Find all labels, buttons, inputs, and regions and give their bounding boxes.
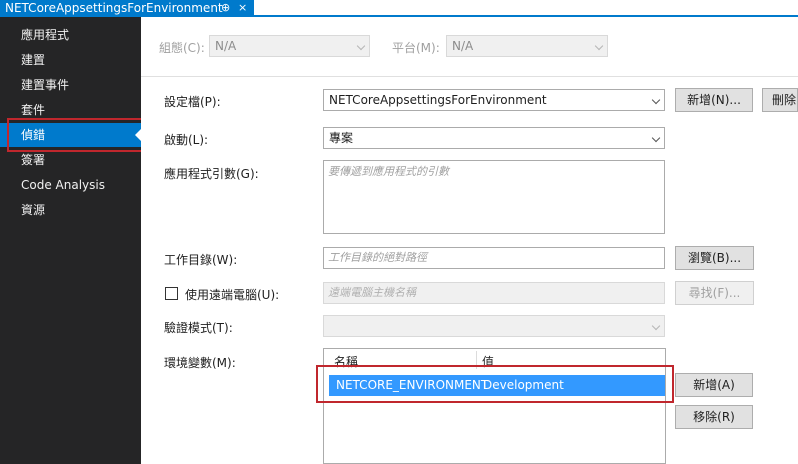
launch-select[interactable]: 專案 [323, 127, 665, 149]
remote-machine-input[interactable]: 遠端電腦主機名稱 [323, 282, 665, 304]
configuration-select[interactable]: N/A [209, 35, 370, 57]
sidebar-item-code-analysis[interactable]: Code Analysis [0, 173, 141, 197]
sidebar-item-label: 建置事件 [21, 78, 70, 92]
sidebar-item-label: 應用程式 [21, 28, 70, 42]
chevron-down-icon [651, 95, 661, 105]
sidebar-item-debug[interactable]: 偵錯 [0, 123, 141, 147]
platform-select[interactable]: N/A [446, 35, 608, 57]
debug-settings-panel: 組態(C): N/A 平台(M): N/A 設定檔(P): NETCoreApp… [141, 17, 798, 464]
table-row[interactable]: NETCORE_ENVIRONMENT Development [329, 375, 665, 396]
profile-select[interactable]: NETCoreAppsettingsForEnvironment [323, 89, 665, 111]
column-header-value: 值 [482, 355, 495, 369]
column-header-name: 名稱 [334, 355, 359, 369]
launch-value: 專案 [329, 131, 354, 145]
document-tab[interactable]: NETCoreAppsettingsForEnvironment ⊕ × [0, 0, 254, 17]
chevron-down-icon [651, 321, 661, 331]
grid-header: 名稱 值 [324, 349, 665, 369]
remove-env-var-button[interactable]: 移除(R) [675, 405, 753, 429]
sidebar-item-package[interactable]: 套件 [0, 98, 141, 122]
app-arguments-label: 應用程式引數(G): [164, 167, 259, 181]
sidebar-item-label: 建置 [21, 53, 46, 67]
env-var-value: Development [483, 378, 564, 392]
authentication-mode-label: 驗證模式(T): [164, 321, 233, 335]
working-directory-label: 工作目錄(W): [164, 253, 238, 267]
sidebar-item-application[interactable]: 應用程式 [0, 23, 141, 47]
sidebar-item-label: 偵錯 [21, 128, 46, 142]
delete-profile-button[interactable]: 刪除 [762, 88, 798, 112]
chevron-down-icon [594, 41, 604, 51]
environment-variables-label: 環境變數(M): [164, 356, 236, 370]
sidebar-item-label: 資源 [21, 203, 46, 217]
chevron-down-icon [651, 133, 661, 143]
chevron-down-icon [356, 41, 366, 51]
document-tab-title: NETCoreAppsettingsForEnvironment [5, 1, 223, 15]
sidebar-item-signing[interactable]: 簽署 [0, 148, 141, 172]
environment-variables-grid[interactable]: 名稱 值 NETCORE_ENVIRONMENT Development [323, 348, 666, 464]
find-button[interactable]: 尋找(F)... [675, 281, 754, 305]
add-env-var-button[interactable]: 新增(A) [675, 373, 753, 397]
authentication-mode-select[interactable] [323, 315, 665, 337]
use-remote-machine-label: 使用遠端電腦(U): [185, 288, 280, 302]
env-var-name: NETCORE_ENVIRONMENT [336, 378, 489, 392]
sidebar-item-label: 套件 [21, 103, 46, 117]
sidebar-item-label: Code Analysis [21, 178, 105, 192]
configuration-label: 組態(C): [159, 41, 205, 55]
platform-label: 平台(M): [392, 41, 440, 55]
close-icon[interactable]: × [238, 0, 247, 16]
column-separator [476, 351, 477, 369]
working-directory-input[interactable]: 工作目錄的絕對路徑 [323, 247, 665, 269]
configuration-value: N/A [215, 39, 237, 53]
launch-label: 啟動(L): [164, 133, 209, 147]
platform-value: N/A [452, 39, 474, 53]
app-arguments-placeholder: 要傳遞到應用程式的引數 [328, 165, 449, 178]
app-arguments-input[interactable]: 要傳遞到應用程式的引數 [323, 160, 665, 234]
new-profile-button[interactable]: 新增(N)... [675, 88, 753, 112]
sidebar-item-label: 簽署 [21, 153, 46, 167]
use-remote-machine-checkbox[interactable] [165, 287, 178, 300]
working-directory-placeholder: 工作目錄的絕對路徑 [328, 251, 427, 264]
pin-icon[interactable]: ⊕ [221, 0, 230, 16]
property-pages-sidebar: 應用程式 建置 建置事件 套件 偵錯 簽署 Code Analysis 資源 [0, 17, 141, 464]
remote-machine-placeholder: 遠端電腦主機名稱 [328, 286, 416, 299]
sidebar-item-resources[interactable]: 資源 [0, 198, 141, 222]
configuration-bar: 組態(C): N/A 平台(M): N/A [141, 17, 798, 77]
browse-button[interactable]: 瀏覽(B)... [675, 246, 754, 270]
sidebar-item-build[interactable]: 建置 [0, 48, 141, 72]
profile-label: 設定檔(P): [164, 95, 221, 109]
document-tab-bar: NETCoreAppsettingsForEnvironment ⊕ × [0, 0, 798, 17]
sidebar-item-build-events[interactable]: 建置事件 [0, 73, 141, 97]
profile-value: NETCoreAppsettingsForEnvironment [329, 93, 547, 107]
